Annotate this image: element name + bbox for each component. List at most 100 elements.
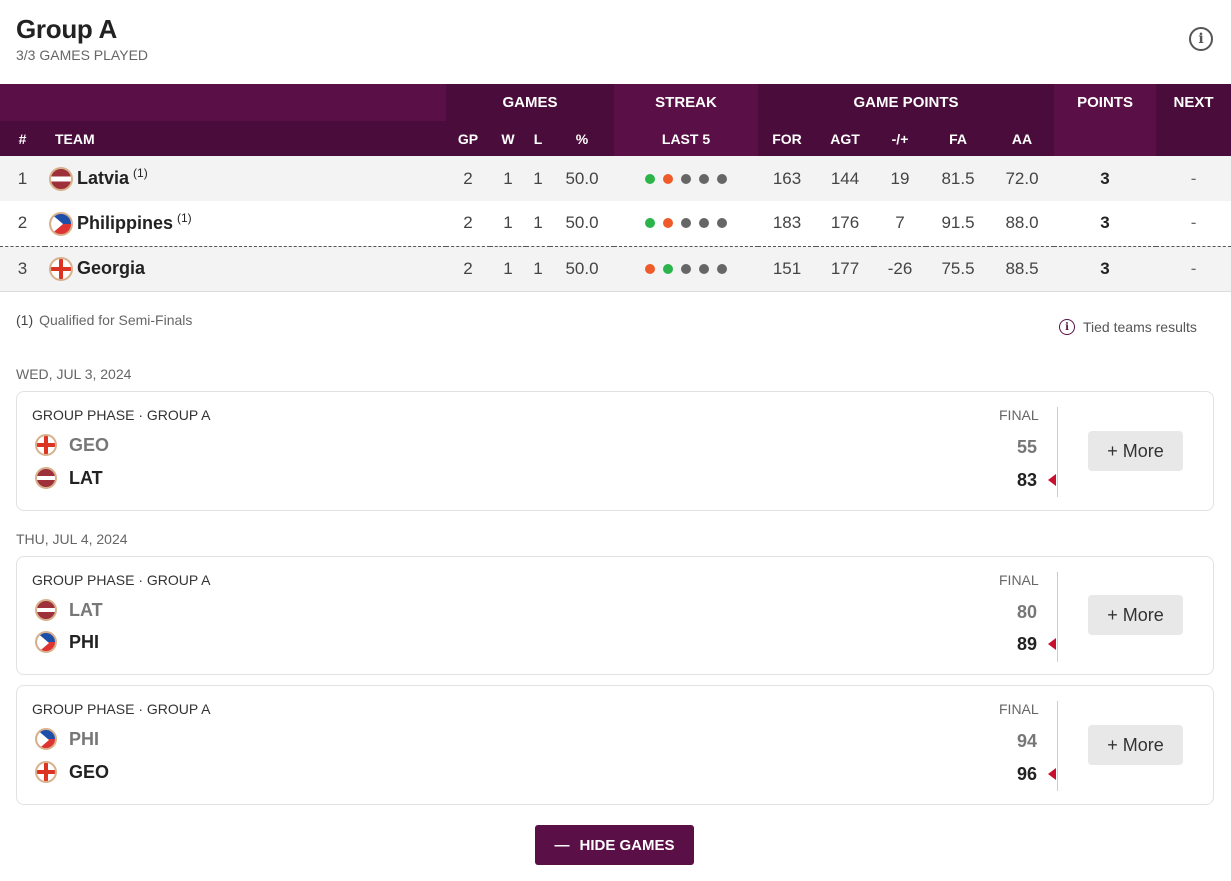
- col-for: FOR: [758, 121, 817, 156]
- streak-loss-dot: [663, 173, 674, 184]
- hide-games-label: HIDE GAMES: [579, 836, 675, 854]
- qualified-marker: (1): [177, 210, 192, 225]
- game-status: FINAL: [999, 407, 1039, 423]
- team-row: LAT: [35, 599, 103, 621]
- legend-marker: (1): [16, 312, 34, 328]
- divider: [1057, 407, 1058, 497]
- winner-marker-icon: [1048, 474, 1056, 486]
- team-abbr: PHI: [69, 631, 100, 652]
- col-aa: AA: [990, 121, 1055, 156]
- team-cell[interactable]: Philippines (1): [45, 201, 446, 246]
- col-points-blank: [1054, 121, 1157, 156]
- divider: [1057, 701, 1058, 791]
- latvia-flag-icon: [35, 599, 57, 621]
- info-icon: i: [1059, 319, 1075, 335]
- col-last5: LAST 5: [614, 121, 759, 156]
- team-abbr: LAT: [69, 467, 103, 488]
- game-card[interactable]: GROUP PHASE · GROUP A FINAL PHI 94 GEO 9…: [16, 685, 1214, 805]
- streak-loss-dot: [663, 218, 674, 229]
- col-fa: FA: [926, 121, 991, 156]
- winner-marker-icon: [1048, 768, 1056, 780]
- game-card[interactable]: GROUP PHASE · GROUP A FINAL LAT 80 PHI 8…: [16, 556, 1214, 675]
- qualification-legend: (1) Qualified for Semi-Finals: [16, 312, 192, 328]
- col-gp: GP: [446, 121, 490, 156]
- fa: 75.5: [926, 245, 991, 292]
- group-header-points: POINTS: [1054, 84, 1157, 121]
- team-row: PHI: [35, 728, 99, 750]
- team-cell[interactable]: Latvia (1): [45, 156, 446, 201]
- team-row: LAT: [35, 467, 103, 489]
- w: 1: [490, 201, 526, 246]
- col-pct: %: [550, 121, 615, 156]
- team-abbr: LAT: [69, 599, 103, 620]
- team-row: PHI: [35, 631, 99, 653]
- table-row[interactable]: 2 Philippines (1) 2 1 1 50.0 183 176 7 91…: [0, 201, 1231, 246]
- philippines-flag-icon: [49, 211, 73, 236]
- col-rank: #: [0, 121, 45, 156]
- team-score: 83: [1016, 470, 1037, 490]
- col-agt: AGT: [816, 121, 875, 156]
- team-abbr: GEO: [69, 434, 110, 455]
- more-button[interactable]: + More: [1088, 431, 1183, 471]
- group-header-game-points: GAME POINTS: [758, 84, 1055, 121]
- rank: 2: [0, 201, 45, 246]
- next: -: [1156, 156, 1231, 201]
- team-score: 94: [1016, 731, 1037, 751]
- agt: 144: [816, 156, 875, 201]
- game-status: FINAL: [999, 572, 1039, 588]
- for: 163: [758, 156, 817, 201]
- streak-empty-dot: [699, 173, 710, 184]
- streak-empty-dot: [699, 263, 710, 274]
- w: 1: [490, 245, 526, 292]
- gp: 2: [446, 156, 490, 201]
- pct: 50.0: [550, 156, 615, 201]
- group-header-streak: STREAK: [614, 84, 759, 121]
- game-card[interactable]: GROUP PHASE · GROUP A FINAL GEO 55 LAT 8…: [16, 391, 1214, 511]
- page-subtitle: 3/3 GAMES PLAYED: [16, 47, 149, 63]
- points: 3: [1054, 245, 1157, 292]
- table-row[interactable]: 3 Georgia 2 1 1 50.0 151 177 -26 75.5 88…: [0, 245, 1231, 292]
- streak-empty-dot: [717, 173, 728, 184]
- diff: 19: [874, 156, 927, 201]
- game-date: WED, JUL 3, 2024: [16, 366, 132, 382]
- col-diff: -/+: [874, 121, 927, 156]
- game-phase: GROUP PHASE · GROUP A: [32, 572, 211, 588]
- winner-marker-icon: [1048, 638, 1056, 650]
- tied-teams-results-link[interactable]: i Tied teams results: [1059, 319, 1197, 335]
- diff: 7: [874, 201, 927, 246]
- info-icon[interactable]: i: [1189, 27, 1213, 51]
- col-w: W: [490, 121, 526, 156]
- table-row[interactable]: 1 Latvia (1) 2 1 1 50.0 163 144 19 81.5 7…: [0, 156, 1231, 201]
- streak-loss-dot: [645, 263, 656, 274]
- game-status: FINAL: [999, 701, 1039, 717]
- georgia-flag-icon: [35, 761, 57, 783]
- team-cell[interactable]: Georgia: [45, 245, 446, 292]
- gp: 2: [446, 245, 490, 292]
- next: -: [1156, 201, 1231, 246]
- col-team: TEAM: [45, 121, 446, 156]
- l: 1: [526, 201, 550, 246]
- points: 3: [1054, 156, 1157, 201]
- rank: 1: [0, 156, 45, 201]
- streak-cell: [614, 245, 759, 292]
- streak-empty-dot: [717, 218, 728, 229]
- l: 1: [526, 156, 550, 201]
- fa: 91.5: [926, 201, 991, 246]
- streak-empty-dot: [681, 173, 692, 184]
- team-abbr: PHI: [69, 728, 100, 749]
- hide-games-button[interactable]: — HIDE GAMES: [535, 825, 694, 865]
- aa: 88.5: [990, 245, 1055, 292]
- team-abbr: GEO: [69, 761, 110, 782]
- more-button[interactable]: + More: [1088, 595, 1183, 635]
- aa: 88.0: [990, 201, 1055, 246]
- team-score: 80: [1016, 602, 1037, 622]
- col-l: L: [526, 121, 550, 156]
- for: 151: [758, 245, 817, 292]
- team-score: 55: [1016, 437, 1037, 457]
- pct: 50.0: [550, 245, 615, 292]
- aa: 72.0: [990, 156, 1055, 201]
- more-button[interactable]: + More: [1088, 725, 1183, 765]
- diff: -26: [874, 245, 927, 292]
- l: 1: [526, 245, 550, 292]
- agt: 176: [816, 201, 875, 246]
